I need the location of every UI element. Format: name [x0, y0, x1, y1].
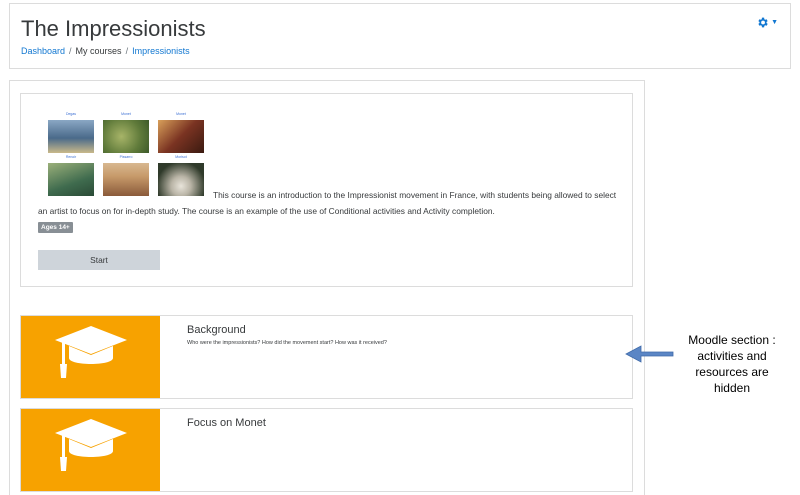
section-card-focus-on-monet[interactable]: Focus on Monet: [20, 408, 633, 492]
section-title[interactable]: Background: [187, 324, 246, 336]
age-badge: Ages 14+: [38, 222, 73, 233]
start-button[interactable]: Start: [38, 250, 160, 270]
graduation-cap-icon: [55, 419, 127, 471]
section-card-background[interactable]: Background Who were the impressionists? …: [20, 315, 633, 399]
artwork-thumbnail: Monet: [157, 112, 205, 156]
artwork-caption: Monet: [176, 112, 186, 116]
annotation-line: Moodle section :: [688, 333, 776, 347]
artwork-image: [158, 120, 204, 153]
breadcrumb: Dashboard / My courses / Impressionists: [21, 46, 190, 56]
artwork-grid: Degas Monet Monet Renoir Pissarro Moriso…: [47, 112, 209, 198]
chevron-down-icon[interactable]: ▼: [771, 19, 778, 26]
arrow-left-icon: [625, 345, 674, 363]
annotation-line: hidden: [713, 381, 751, 395]
breadcrumb-impressionists[interactable]: Impressionists: [132, 46, 190, 56]
artwork-image: [48, 120, 94, 153]
page-header: The Impressionists Dashboard / My course…: [9, 3, 791, 69]
artwork-thumbnail: Monet: [102, 112, 150, 156]
artwork-thumbnail: Degas: [47, 112, 95, 156]
annotation-line: resources are: [695, 365, 769, 379]
artwork-caption: Pissarro: [119, 155, 133, 159]
artwork-caption: Monet: [121, 112, 131, 116]
breadcrumb-dashboard[interactable]: Dashboard: [21, 46, 65, 56]
section-summary: Who were the impressionists? How did the…: [187, 340, 387, 346]
artwork-caption: Renoir: [65, 155, 77, 159]
artwork-image: [103, 120, 149, 153]
section-title[interactable]: Focus on Monet: [187, 417, 266, 429]
breadcrumb-separator: /: [125, 46, 129, 56]
section-thumbnail: [21, 316, 160, 398]
artwork-caption: Degas: [65, 112, 77, 116]
section-thumbnail: [21, 409, 160, 491]
course-description-text: This course is an introduction to the Im…: [38, 190, 617, 216]
course-description: This course is an introduction to the Im…: [38, 187, 618, 219]
gear-icon[interactable]: [756, 16, 769, 29]
graduation-cap-icon: [55, 326, 127, 378]
artwork-caption: Morisot: [175, 155, 187, 159]
course-summary-card: Degas Monet Monet Renoir Pissarro Moriso…: [20, 93, 633, 287]
annotation-note: Moodle section : activities and resource…: [672, 332, 792, 396]
page-title: The Impressionists: [21, 16, 206, 41]
annotation-line: activities and: [697, 349, 767, 363]
breadcrumb-separator: /: [69, 46, 72, 56]
breadcrumb-my-courses[interactable]: My courses: [76, 46, 122, 56]
settings-menu[interactable]: ▼: [756, 16, 778, 29]
